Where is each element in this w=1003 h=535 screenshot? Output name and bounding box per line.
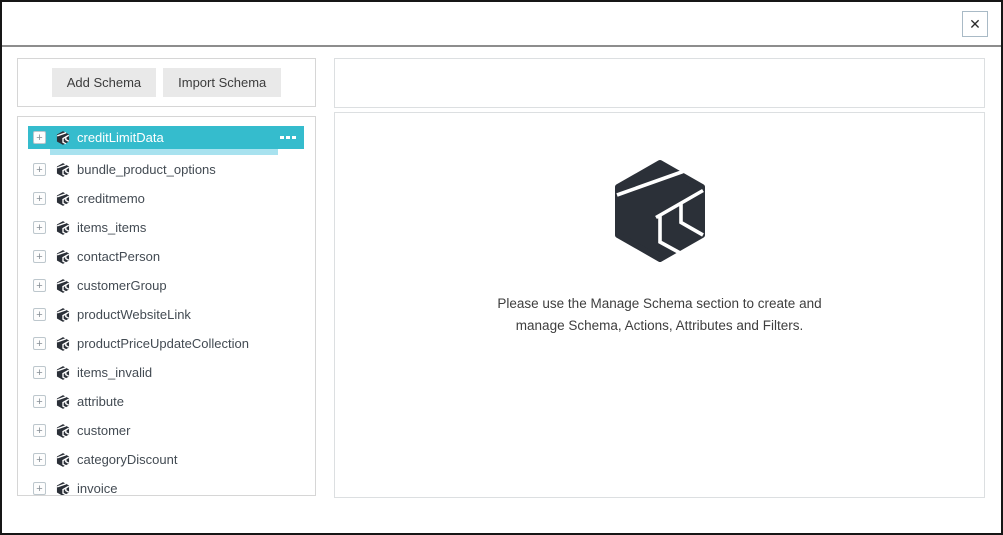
close-icon: ✕ — [969, 15, 981, 32]
schema-row-label: creditmemo — [77, 191, 145, 206]
cube-icon — [56, 249, 70, 264]
schema-row-label: customerGroup — [77, 278, 167, 293]
expand-icon[interactable]: + — [33, 482, 46, 495]
empty-state-message-line2: manage Schema, Actions, Attributes and F… — [515, 317, 804, 333]
empty-state-message: Please use the Manage Schema section to … — [497, 293, 821, 336]
right-panel-header — [334, 58, 985, 108]
schema-row-label: productPriceUpdateCollection — [77, 336, 249, 351]
schema-row[interactable]: + customerGroup — [18, 271, 315, 300]
schema-row-label: categoryDiscount — [77, 452, 178, 467]
cube-icon — [56, 336, 70, 351]
schema-row[interactable]: + items_items — [18, 213, 315, 242]
cube-icon — [56, 394, 70, 409]
cube-icon — [56, 191, 70, 206]
schema-row-label: attribute — [77, 394, 124, 409]
cube-icon — [56, 220, 70, 235]
schema-row-label: invoice — [77, 481, 118, 496]
schema-row[interactable]: + creditmemo — [18, 184, 315, 213]
manage-schema-dialog: ✕ Add Schema Import Schema + creditLimit… — [0, 0, 1003, 535]
schema-row[interactable]: + invoice — [18, 474, 315, 496]
import-schema-button[interactable]: Import Schema — [163, 68, 282, 97]
expand-icon[interactable]: + — [33, 395, 46, 408]
cube-icon — [56, 452, 70, 467]
expand-icon[interactable]: + — [33, 192, 46, 205]
expand-icon[interactable]: + — [33, 308, 46, 321]
expand-icon[interactable]: + — [33, 250, 46, 263]
expand-icon[interactable]: + — [33, 337, 46, 350]
empty-state-message-line1: Please use the Manage Schema section to … — [497, 296, 822, 311]
close-button[interactable]: ✕ — [962, 11, 988, 37]
schema-row-label: bundle_product_options — [77, 162, 216, 177]
cube-icon — [56, 423, 70, 438]
expand-icon[interactable]: + — [33, 131, 46, 144]
schema-row[interactable]: + customer — [18, 416, 315, 445]
schema-row[interactable]: + contactPerson — [18, 242, 315, 271]
expand-icon[interactable]: + — [33, 279, 46, 292]
schema-list: + creditLimitData + bundle_product_optio… — [17, 116, 316, 496]
schema-row-selected[interactable]: + creditLimitData — [28, 126, 304, 149]
right-panel-content: Please use the Manage Schema section to … — [334, 112, 985, 498]
dialog-header: ✕ — [2, 2, 1001, 47]
schema-row[interactable]: + bundle_product_options — [18, 155, 315, 184]
schema-toolbar: Add Schema Import Schema — [17, 58, 316, 107]
schema-row-label: customer — [77, 423, 131, 438]
schema-row[interactable]: + productPriceUpdateCollection — [18, 329, 315, 358]
schema-row[interactable]: + productWebsiteLink — [18, 300, 315, 329]
cube-icon — [56, 307, 70, 322]
ellipsis-icon[interactable] — [280, 136, 296, 139]
schema-row[interactable]: + attribute — [18, 387, 315, 416]
expand-icon[interactable]: + — [33, 453, 46, 466]
expand-icon[interactable]: + — [33, 424, 46, 437]
expand-icon[interactable]: + — [33, 366, 46, 379]
schema-row[interactable]: + items_invalid — [18, 358, 315, 387]
expand-icon[interactable]: + — [33, 221, 46, 234]
schema-row-label: creditLimitData — [77, 130, 164, 145]
brand-cube-logo-icon — [610, 159, 710, 263]
cube-icon — [56, 162, 70, 177]
schema-row[interactable]: + categoryDiscount — [18, 445, 315, 474]
schema-row-label: items_invalid — [77, 365, 153, 380]
cube-icon — [56, 130, 70, 145]
cube-icon — [56, 481, 70, 495]
schema-row-label: items_items — [77, 220, 147, 235]
schema-row-label: productWebsiteLink — [77, 307, 191, 322]
cube-icon — [56, 278, 70, 293]
expand-icon[interactable]: + — [33, 163, 46, 176]
add-schema-button[interactable]: Add Schema — [51, 68, 157, 97]
cube-icon — [56, 365, 70, 380]
schema-row-label: contactPerson — [77, 249, 161, 264]
